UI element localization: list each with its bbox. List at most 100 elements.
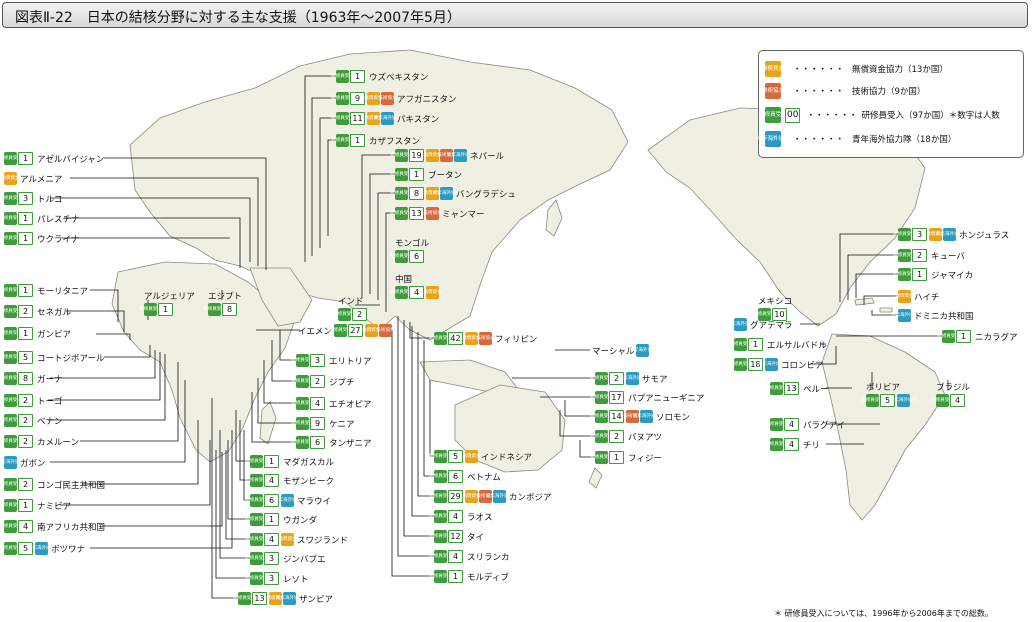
country-name: インド	[338, 297, 364, 307]
country-entry: 研修員受入 13 技術協力 ミャンマー	[390, 206, 487, 221]
trainee-icon: 研修員受入	[291, 397, 314, 410]
trainee-count: 9	[350, 92, 365, 105]
country-entry: アルジェリア 研修員受入 1	[139, 292, 195, 317]
trainee-count: 8	[409, 187, 424, 200]
country-name: ジンバブエ	[283, 554, 326, 565]
country-name: セネガル	[37, 307, 72, 318]
japan-landmass	[545, 199, 563, 237]
country-entry: 研修員受入 1 ジャマイカ	[893, 267, 975, 282]
trainee-icon: 研修員受入	[0, 351, 22, 364]
trainee-icon: 研修員受入	[931, 394, 954, 407]
trainee-count: 9	[310, 417, 325, 430]
trainee-count: 4	[310, 397, 325, 410]
trainee-icon: 研修員受入	[291, 354, 314, 367]
country-entry: 研修員受入 9 無償資金 技術協力 アフガニスタン	[331, 91, 459, 106]
trainee-count: 11	[350, 112, 365, 125]
trainee-icon: 研修員受入	[429, 530, 452, 543]
trainee-icon: 研修員受入	[429, 332, 452, 345]
trainee-icon: 研修員受入	[0, 414, 22, 427]
trainee-icon: 研修員受入	[245, 474, 268, 487]
country-entry: インド 研修員受入 2	[333, 297, 369, 322]
country-entry: 研修員受入 2 ベナン	[0, 413, 65, 428]
country-name: パプアニューギニア	[628, 393, 705, 404]
legend-dots: ・・・・・・	[793, 135, 845, 145]
trainee-count: 29	[448, 490, 463, 503]
trainee-count: 3	[264, 572, 279, 585]
trainee-icon: 研修員受入	[893, 268, 916, 281]
trainee-count: 4	[264, 474, 279, 487]
jocv-icon: 青年海外協力	[374, 112, 401, 125]
country-entry: 研修員受入 4 ラオス	[429, 509, 495, 524]
country-name: アゼルバイジャン	[37, 154, 105, 165]
country-entry: 研修員受入 3 トルコ	[0, 191, 64, 206]
trainee-icon: 研修員受入	[590, 410, 613, 423]
grant-icon: 無償資金	[279, 533, 297, 546]
trainee-count: 5	[448, 450, 463, 463]
trainee-count: 13	[784, 382, 799, 395]
trainee-icon: 研修員受入	[139, 303, 162, 316]
country-entry: 無償資金 アルメニア	[2, 171, 64, 186]
country-name: アルジェリア	[144, 292, 195, 302]
jocv-icon: 青年海外協力	[758, 358, 785, 371]
country-entry: 研修員受入 2 セネガル	[0, 304, 73, 319]
trainee-icon: 研修員受入	[331, 112, 354, 125]
trainee-icon: 研修員受入	[245, 572, 268, 585]
legend-label-trainee: 研修員受入（97か国）＊数字は人数	[861, 111, 1000, 121]
country-entry: 研修員受入 13 無償資金 青年海外協力 ザンビア	[233, 591, 335, 606]
country-entry: 研修員受入 5 コートジボアール	[0, 350, 107, 365]
trainee-icon: 研修員受入	[590, 372, 613, 385]
trainee-count: 1	[350, 70, 365, 83]
trainee-count: 6	[409, 250, 424, 263]
country-entry: 研修員受入 4 南アフリカ共和国	[0, 519, 107, 534]
trainee-count: 4	[448, 550, 463, 563]
trainee-count: 1	[609, 451, 624, 464]
country-entry: 研修員受入 42 無償資金 技術協力 フィリピン	[429, 331, 539, 346]
jocv-icon: 青年海外協力	[28, 542, 55, 555]
country-entry: 研修員受入 4 スリランカ	[429, 549, 512, 564]
country-name: ブラジル	[936, 383, 970, 393]
country-name: エルサルバドル	[767, 340, 827, 351]
trainee-count: 8	[18, 372, 33, 385]
country-name: ガボン	[20, 458, 46, 469]
country-name: スリランカ	[467, 552, 510, 563]
legend-label-grant: 無償資金協力（13か国）	[852, 65, 948, 75]
country-name: アルメニア	[20, 174, 63, 185]
trainee-count: 1	[18, 232, 33, 245]
country-name: ガーナ	[37, 374, 63, 385]
tech-icon: 技術協力	[424, 207, 442, 220]
country-entry: 研修員受入 4 チリ	[765, 437, 822, 452]
trainee-count: 12	[448, 530, 463, 543]
legend-label-jocv: 青年海外協力隊（18か国）	[852, 135, 957, 145]
trainee-icon: 研修員受入	[765, 438, 788, 451]
trainee-icon: 研修員受入	[331, 92, 354, 105]
country-entry: 研修員受入 1 ナミビア	[0, 498, 73, 513]
trainee-count: 42	[448, 332, 463, 345]
legend-row-jocv: 青年海外協力 ・・・・・・ 青年海外協力隊（18か国）	[757, 131, 957, 147]
trainee-count: 3	[264, 552, 279, 565]
jocv-icon: 青年海外協力	[619, 372, 646, 385]
country-entry: 研修員受入 3 レソト	[245, 571, 311, 586]
trainee-icon: 研修員受入	[0, 232, 22, 245]
trainee-count: 19	[409, 149, 424, 162]
trainee-icon: 研修員受入	[729, 358, 752, 371]
country-name: トルコ	[37, 194, 63, 205]
country-name: ウズベキスタン	[369, 72, 429, 83]
trainee-count: 4	[784, 438, 799, 451]
legend-dots: ・・・・・・	[793, 65, 845, 75]
country-entry: 研修員受入 3 ジンバブエ	[245, 551, 328, 566]
country-name: エチオピア	[329, 399, 372, 410]
country-name: カメルーン	[37, 437, 80, 448]
trainee-count: 1	[448, 570, 463, 583]
country-entry: 無償資金 ハイチ	[896, 289, 941, 304]
country-entry: 青年海外協力ガボン	[0, 455, 48, 470]
trainee-icon: 研修員受入	[937, 330, 960, 343]
trainee-count: 2	[310, 375, 325, 388]
country-entry: 研修員受入 1 カザフスタン	[331, 133, 422, 148]
country-name: ベナン	[37, 416, 63, 427]
trainee-count: 8	[222, 303, 237, 316]
jocv-icon: 青年海外協力	[276, 592, 303, 605]
trainee-count: 5	[18, 351, 33, 364]
trainee-count: 2	[18, 435, 33, 448]
trainee-count: 1	[912, 268, 927, 281]
trainee-icon: 研修員受入	[0, 520, 22, 533]
